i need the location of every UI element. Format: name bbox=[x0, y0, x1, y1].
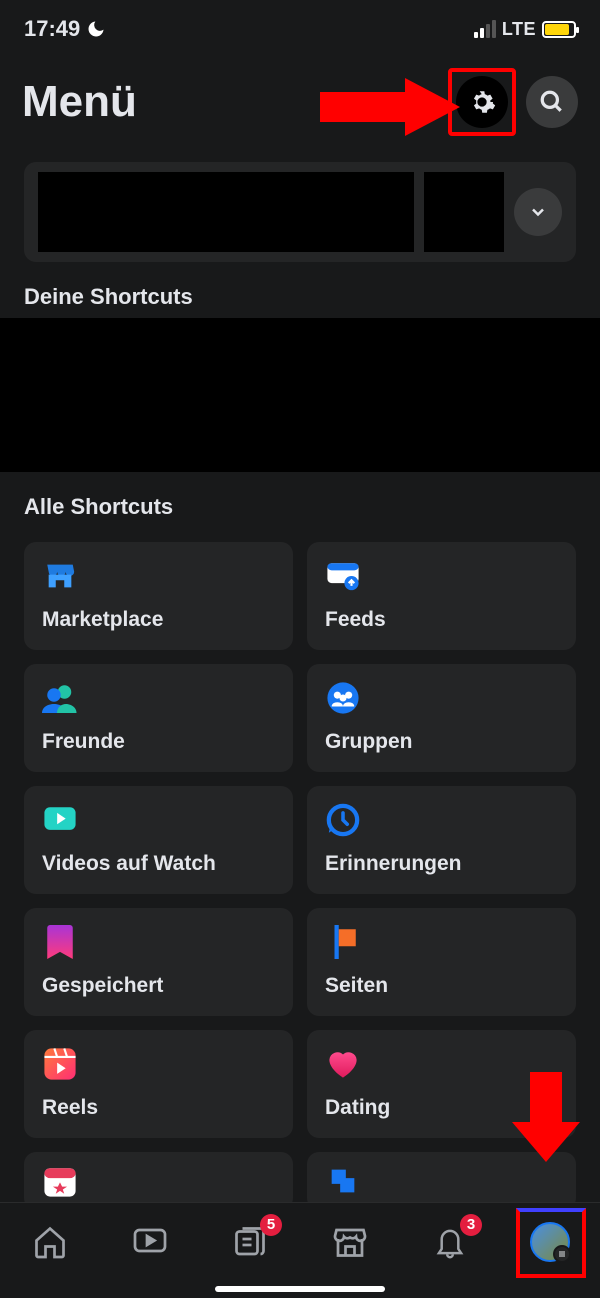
watch-tab-icon bbox=[132, 1226, 168, 1258]
shortcut-label: Seiten bbox=[325, 974, 558, 998]
chevron-down-icon bbox=[528, 202, 548, 222]
events-icon bbox=[42, 1164, 78, 1198]
feeds-icon bbox=[325, 558, 361, 594]
profile-switcher[interactable] bbox=[24, 162, 576, 262]
shortcut-groups[interactable]: Gruppen bbox=[307, 664, 576, 772]
tab-home[interactable] bbox=[26, 1218, 74, 1266]
menu-mini-icon bbox=[553, 1245, 571, 1263]
gear-icon bbox=[468, 88, 496, 116]
friends-icon bbox=[42, 680, 78, 716]
profile-avatar-redacted bbox=[424, 172, 504, 252]
avatar-icon bbox=[530, 1222, 570, 1262]
shortcut-label: Erinnerungen bbox=[325, 852, 558, 876]
tab-notifications[interactable]: 3 bbox=[426, 1218, 474, 1266]
groups-icon bbox=[325, 680, 361, 716]
shortcut-label: Reels bbox=[42, 1096, 275, 1120]
gaming-icon bbox=[325, 1164, 361, 1198]
battery-icon bbox=[542, 21, 576, 38]
page-title: Menü bbox=[22, 77, 137, 127]
shortcut-friends[interactable]: Freunde bbox=[24, 664, 293, 772]
home-icon bbox=[32, 1224, 68, 1260]
shortcut-marketplace[interactable]: Marketplace bbox=[24, 542, 293, 650]
dating-icon bbox=[325, 1046, 361, 1082]
shortcut-memories[interactable]: Erinnerungen bbox=[307, 786, 576, 894]
saved-icon bbox=[42, 924, 78, 960]
memories-icon bbox=[325, 802, 361, 838]
tab-marketplace[interactable] bbox=[326, 1218, 374, 1266]
shortcut-label: Gruppen bbox=[325, 730, 558, 754]
search-icon bbox=[539, 89, 565, 115]
shortcut-reels[interactable]: Reels bbox=[24, 1030, 293, 1138]
tab-menu[interactable] bbox=[526, 1218, 574, 1266]
status-bar: 17:49 LTE bbox=[0, 0, 600, 50]
all-shortcuts-heading: Alle Shortcuts bbox=[0, 472, 600, 528]
shortcut-watch[interactable]: Videos auf Watch bbox=[24, 786, 293, 894]
shortcuts-grid: Marketplace Feeds Freunde Gruppen Videos… bbox=[0, 528, 600, 1210]
notifications-badge: 3 bbox=[460, 1214, 482, 1236]
network-label: LTE bbox=[502, 19, 536, 40]
status-time: 17:49 bbox=[24, 16, 80, 42]
shortcut-saved[interactable]: Gespeichert bbox=[24, 908, 293, 1016]
shortcut-pages[interactable]: Seiten bbox=[307, 908, 576, 1016]
shortcut-label: Marketplace bbox=[42, 608, 275, 632]
search-button[interactable] bbox=[526, 76, 578, 128]
bottom-tab-bar: 5 3 bbox=[0, 1202, 600, 1298]
shortcut-feeds[interactable]: Feeds bbox=[307, 542, 576, 650]
annotation-arrow-menu bbox=[512, 1072, 580, 1162]
annotation-arrow-settings bbox=[320, 78, 460, 136]
shortcut-label: Videos auf Watch bbox=[42, 852, 275, 876]
marketplace-tab-icon bbox=[332, 1225, 368, 1259]
your-shortcuts-heading: Deine Shortcuts bbox=[0, 262, 600, 318]
shortcut-label: Feeds bbox=[325, 608, 558, 632]
watch-icon bbox=[42, 802, 78, 838]
shortcut-label: Freunde bbox=[42, 730, 275, 754]
do-not-disturb-icon bbox=[86, 19, 106, 39]
settings-button[interactable] bbox=[456, 76, 508, 128]
signal-icon bbox=[474, 20, 496, 38]
profile-expand-button[interactable] bbox=[514, 188, 562, 236]
pages-icon bbox=[325, 924, 361, 960]
page-header: Menü bbox=[0, 50, 600, 148]
reels-icon bbox=[42, 1046, 78, 1082]
marketplace-icon bbox=[42, 558, 78, 594]
your-shortcuts-redacted bbox=[0, 318, 600, 472]
shortcut-label: Gespeichert bbox=[42, 974, 275, 998]
news-badge: 5 bbox=[260, 1214, 282, 1236]
tab-news[interactable]: 5 bbox=[226, 1218, 274, 1266]
home-indicator bbox=[215, 1286, 385, 1292]
tab-watch[interactable] bbox=[126, 1218, 174, 1266]
profile-name-redacted bbox=[38, 172, 414, 252]
